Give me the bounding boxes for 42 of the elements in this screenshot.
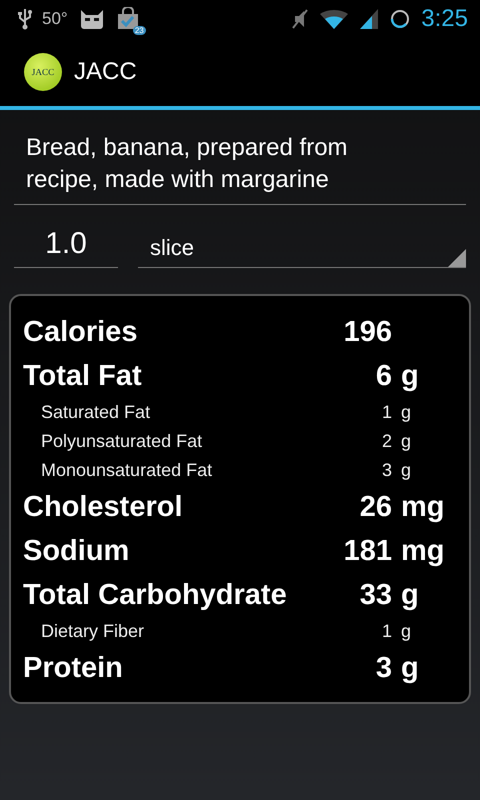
- nutrient-amount: 1: [380, 621, 392, 642]
- nutrient-unit: mg: [401, 534, 446, 568]
- notification-badge: 23: [132, 26, 146, 35]
- nutrient-unit: g: [401, 360, 420, 392]
- nutrient-amount: 3: [374, 652, 392, 684]
- usb-icon: [18, 8, 32, 30]
- nutrient-amount: 33: [358, 578, 392, 612]
- nutrient-amount: 2: [380, 431, 392, 452]
- nutrient-amount: 181: [342, 534, 392, 568]
- app-title: JACC: [74, 58, 137, 86]
- nutrient-amount: 1: [380, 402, 392, 423]
- nutrient-label: Total Fat: [23, 360, 143, 392]
- nutrient-amount: 196: [342, 316, 392, 348]
- nutrient-unit: g: [401, 431, 412, 452]
- nutrient-unit: g: [401, 578, 420, 612]
- nutrient-unit: g: [401, 402, 412, 423]
- nutrient-label: Protein: [23, 652, 124, 684]
- nutrient-amount: 6: [374, 360, 392, 392]
- nutrient-unit: g: [401, 460, 412, 481]
- food-name-field[interactable]: Bread, banana, prepared from recipe, made with margarine: [14, 128, 466, 205]
- unit-dropdown[interactable]: slice: [138, 225, 466, 268]
- quantity-field[interactable]: 1.0: [14, 225, 118, 268]
- nutrient-label: Saturated Fat: [40, 402, 152, 423]
- clock-text: 3:25: [421, 5, 468, 33]
- wifi-icon: [319, 8, 350, 30]
- nutrient-label: Sodium: [23, 534, 130, 568]
- nutrient-unit: g: [401, 652, 420, 684]
- temperature-text: 50°: [42, 9, 68, 29]
- nutrient-unit: g: [401, 621, 412, 642]
- nutrient-label: Monounsaturated Fat: [40, 460, 214, 481]
- signal-icon: [359, 8, 380, 30]
- nutrient-label: Cholesterol: [23, 490, 184, 524]
- sync-icon: [389, 8, 412, 30]
- nutrient-label: Calories: [23, 316, 138, 348]
- mute-icon: [291, 8, 310, 30]
- dropdown-corner-icon: [448, 249, 466, 267]
- nutrient-label: Dietary Fiber: [40, 621, 146, 642]
- nutrient-amount: 26: [358, 490, 392, 524]
- nutrient-amount: 3: [380, 460, 392, 481]
- nutrient-label: Polyunsaturated Fat: [40, 431, 204, 452]
- nutrient-label: Total Carbohydrate: [23, 578, 288, 612]
- nutrient-unit: mg: [401, 490, 446, 524]
